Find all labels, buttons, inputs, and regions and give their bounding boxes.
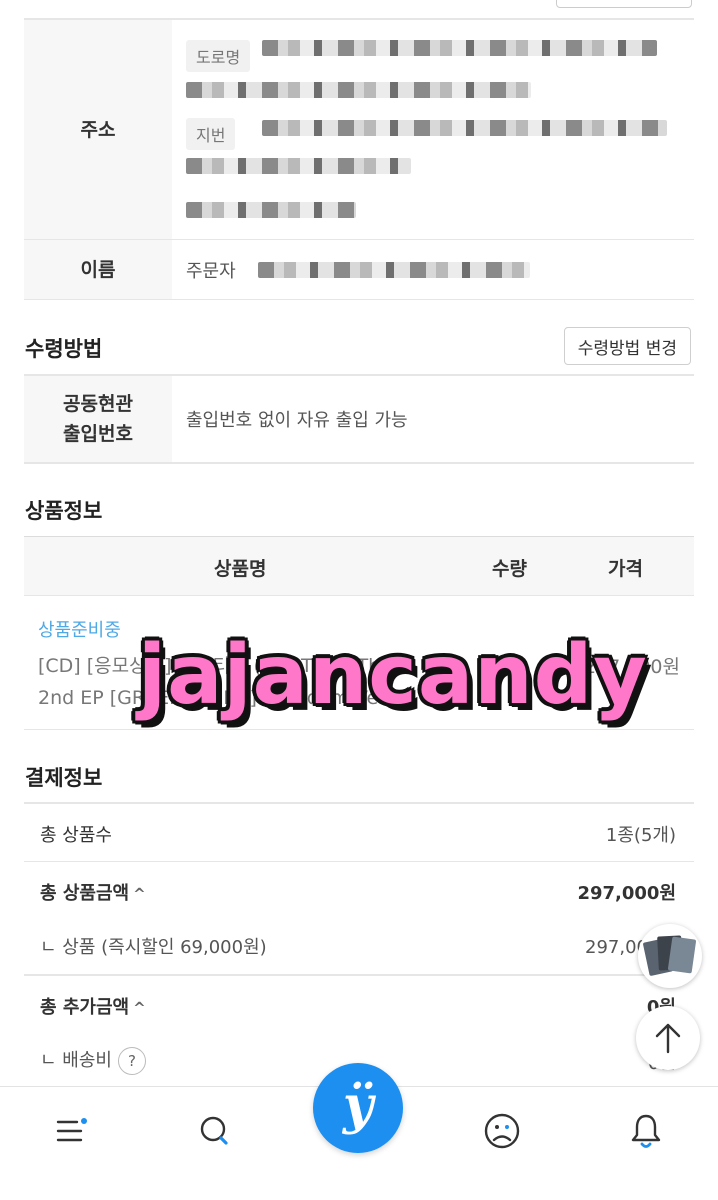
- product-table-header: 상품명 수량 가격: [24, 536, 694, 596]
- watermark-text: jajancandy: [138, 628, 648, 723]
- orderer-name-redacted: [258, 262, 530, 278]
- change-receive-method-button[interactable]: 수령방법 변경: [563, 327, 691, 365]
- lot-address-redacted-2: [186, 158, 411, 174]
- payment-list: 총 상품수 1종(5개) 총 상품금액 ^ 297,000원 ㄴ 상품 (즉시할인…: [24, 802, 694, 1088]
- total-item-count-label: 총 상품수: [40, 825, 112, 846]
- road-address-tag: 도로명: [186, 40, 251, 72]
- home-logo-button[interactable]: ÿ: [313, 1063, 403, 1153]
- entrance-code-label: 공동현관 출입번호: [24, 376, 172, 462]
- menu-icon[interactable]: [50, 1109, 94, 1153]
- total-item-count-value: 1종(5개): [605, 825, 676, 846]
- postal-code-redacted: [186, 202, 356, 218]
- total-product-amount-label[interactable]: 총 상품금액 ^: [40, 879, 146, 905]
- address-value: 도로명 지번: [172, 20, 694, 239]
- road-address-redacted: [262, 40, 657, 56]
- address-row: 주소 도로명 지번: [24, 20, 694, 240]
- chevron-up-icon[interactable]: ^: [133, 999, 146, 1017]
- column-price: 가격: [608, 558, 643, 580]
- top-section-cutoff: [24, 0, 694, 20]
- product-discount-row: ㄴ 상품 (즉시할인 69,000원) 297,000원: [24, 916, 694, 976]
- payment-info-title: 결제정보: [25, 766, 103, 790]
- entrance-code-row: 공동현관 출입번호 출입번호 없이 자유 출입 가능: [24, 376, 694, 464]
- orderer-prefix: 주문자: [186, 260, 236, 282]
- product-discount-label: ㄴ 상품 (즉시할인 69,000원): [40, 937, 267, 958]
- product-info-title: 상품정보: [25, 499, 103, 523]
- thumbnail-card: [667, 936, 697, 974]
- column-product-name: 상품명: [214, 558, 267, 580]
- shipping-fee-label: ㄴ 배송비?: [40, 1046, 146, 1075]
- search-icon[interactable]: [193, 1109, 237, 1153]
- help-icon[interactable]: ?: [117, 1047, 146, 1075]
- address-table: 주소 도로명 지번 이름 주문자: [24, 20, 694, 300]
- address-label: 주소: [24, 20, 172, 239]
- lot-address-tag: 지번: [186, 118, 236, 150]
- shipping-fee-text: ㄴ 배송비: [40, 1050, 112, 1071]
- receive-method-title: 수령방법: [25, 337, 103, 361]
- order-status: 상품준비중: [38, 620, 121, 641]
- entrance-label-line1: 공동현관: [63, 393, 133, 415]
- total-additional-amount-label[interactable]: 총 추가금액 ^: [40, 993, 146, 1019]
- name-row: 이름 주문자: [24, 240, 694, 300]
- chevron-up-icon[interactable]: ^: [133, 885, 146, 903]
- entrance-code-value: 출입번호 없이 자유 출입 가능: [186, 410, 408, 431]
- total-additional-amount-text: 총 추가금액: [40, 997, 130, 1018]
- lot-address-redacted: [262, 120, 667, 136]
- total-item-count-row: 총 상품수 1종(5개): [24, 804, 694, 862]
- arrow-up-icon: [655, 1023, 681, 1054]
- cut-change-button[interactable]: [556, 0, 692, 8]
- scroll-to-top-button[interactable]: [636, 1006, 700, 1070]
- name-label: 이름: [24, 240, 172, 299]
- entrance-label-line2: 출입번호: [63, 423, 133, 445]
- bottom-navigation: ÿ: [0, 1063, 718, 1200]
- total-product-amount-text: 총 상품금액: [40, 883, 130, 904]
- bell-icon[interactable]: [624, 1109, 668, 1153]
- total-product-amount-value: 297,000원: [577, 883, 676, 904]
- profile-icon[interactable]: [480, 1109, 524, 1153]
- name-value: 주문자: [172, 240, 694, 299]
- column-quantity: 수량: [492, 558, 527, 580]
- logo-icon: ÿ: [342, 1075, 374, 1136]
- total-additional-amount-row[interactable]: 총 추가금액^ 0원: [24, 976, 694, 1032]
- recent-viewed-thumbnail[interactable]: [638, 924, 702, 988]
- road-address-redacted-2: [186, 82, 531, 98]
- total-product-amount-row[interactable]: 총 상품금액 ^ 297,000원: [24, 862, 694, 916]
- receive-method-table: 공동현관 출입번호 출입번호 없이 자유 출입 가능: [24, 374, 694, 464]
